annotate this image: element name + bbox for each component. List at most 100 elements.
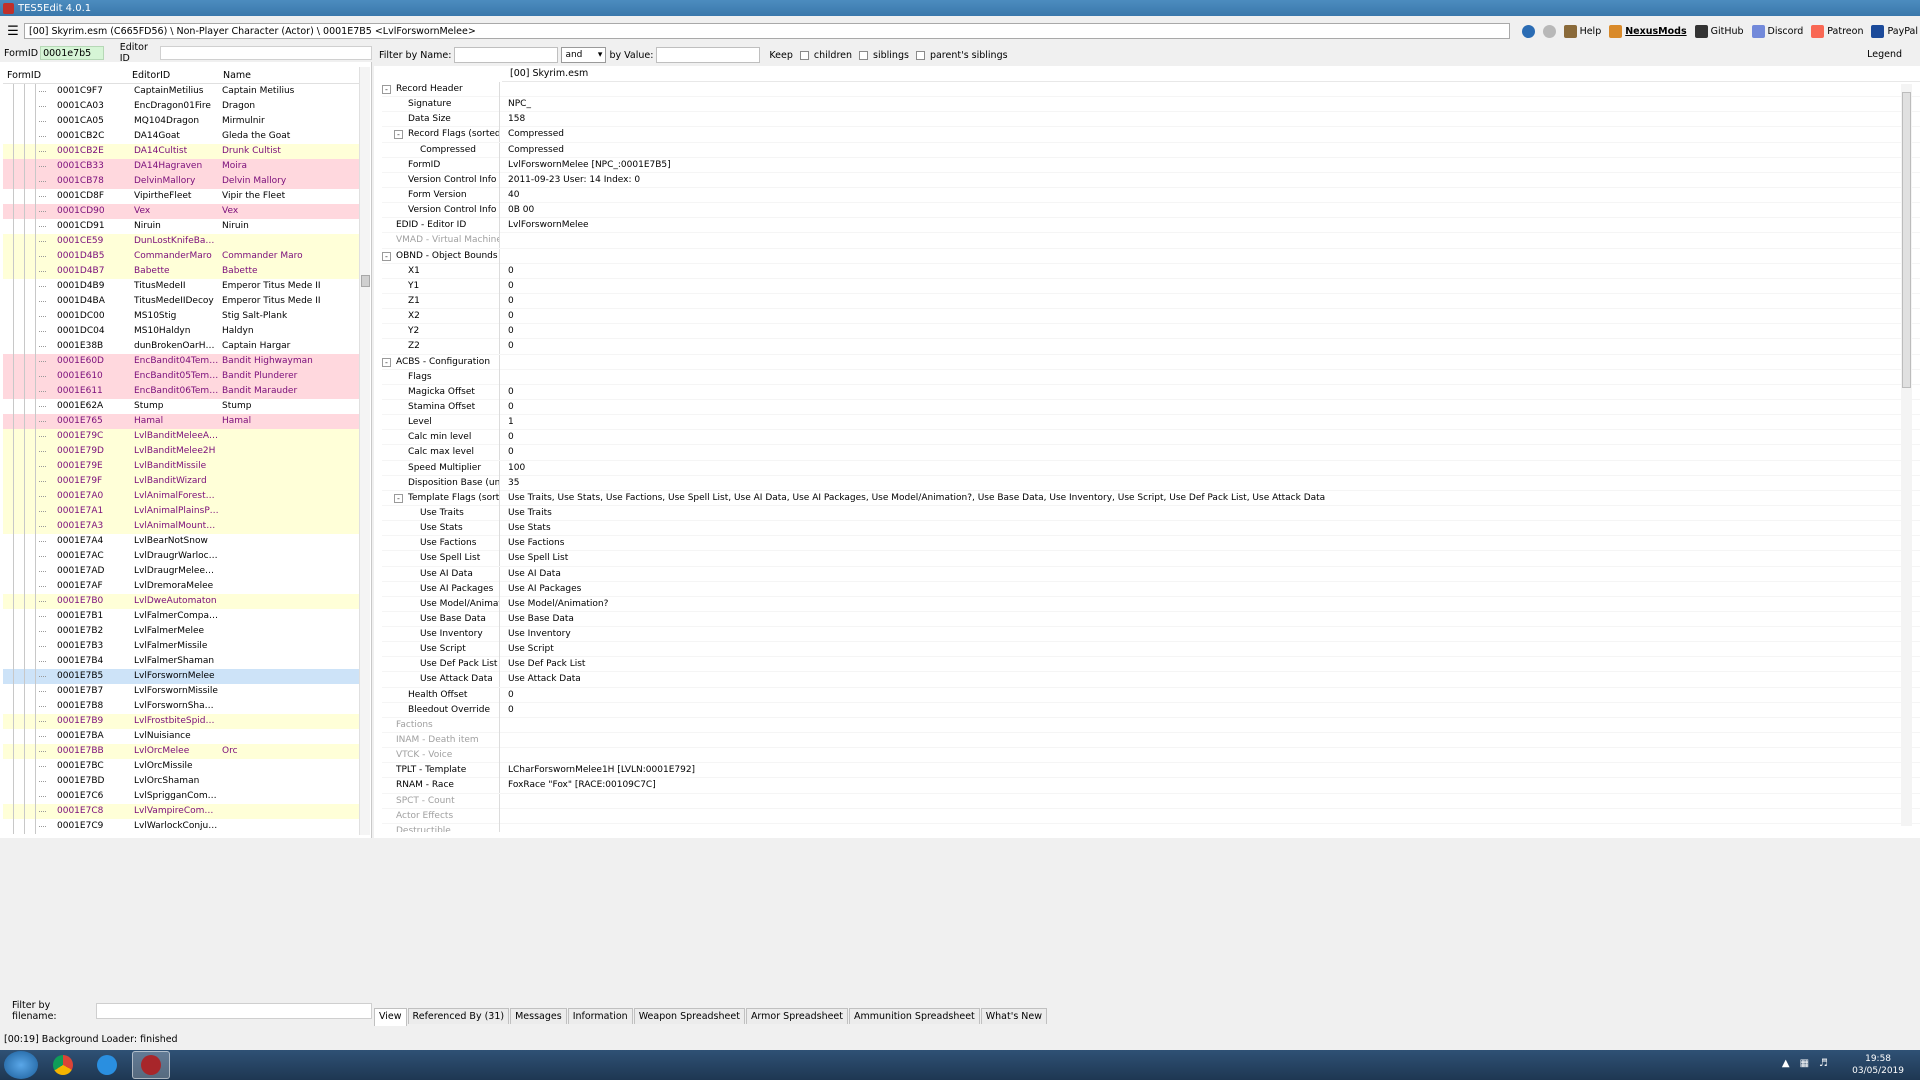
list-row[interactable]: 0001E38BdunBrokenOarHargarCaptain Hargar <box>3 339 359 354</box>
tab-view[interactable]: View <box>374 1008 407 1026</box>
tree-row-value[interactable]: Use Def Pack List <box>500 657 1920 671</box>
keep-children-checkbox[interactable] <box>799 50 809 60</box>
list-row[interactable]: 0001CB2E DA14Cultist Drunk Cultist <box>3 144 359 159</box>
collapse-icon[interactable]: - <box>382 251 391 261</box>
tree-row[interactable]: Use Script Use Script <box>382 642 1920 658</box>
tree-row-value[interactable]: 0 <box>500 294 1920 308</box>
list-row[interactable]: 0001CA03 EncDragon01Fire Dragon <box>3 99 359 114</box>
tree-row[interactable]: Version Control Info 2 0B 00 <box>382 203 1920 219</box>
tree-row[interactable]: Use AI Data Use AI Data <box>382 566 1920 582</box>
tree-row-value[interactable]: 0B 00 <box>500 203 1920 217</box>
clock[interactable]: 19:58 03/05/2019 <box>1852 1053 1904 1077</box>
list-row[interactable]: 0001E7BA LvlNuisiance <box>3 729 359 744</box>
tree-row[interactable]: Z1 0 <box>382 293 1920 310</box>
tree-row-value[interactable]: Use Stats <box>500 521 1920 535</box>
tree-row[interactable]: FormID LvlForswornMelee [NPC_:0001E7B5] <box>382 157 1920 173</box>
toplink-nexusmods[interactable]: NexusMods <box>1609 24 1687 38</box>
tree-row-value[interactable]: 158 <box>500 112 1920 126</box>
tree-row[interactable]: VMAD - Virtual Machine Ada... <box>382 233 1920 249</box>
editorid-input[interactable] <box>159 46 372 60</box>
taskbar-ie[interactable] <box>88 1051 126 1079</box>
tree-row[interactable]: X1 0 <box>382 263 1920 279</box>
tree-row-value[interactable]: 0 <box>500 324 1920 338</box>
list-row[interactable]: 0001E7A4 LvlBearNotSnow <box>3 534 359 549</box>
list-row[interactable]: 0001E7ACLvlDraugrWarlockMale <box>3 549 359 564</box>
filter-operator-select[interactable]: and ▾ <box>561 47 607 63</box>
tree-row-value[interactable] <box>500 355 1920 369</box>
column-editorid[interactable]: EditorID <box>128 68 219 83</box>
tree-row-value[interactable]: LCharForswornMelee1H [LVLN:0001E792] <box>500 763 1920 777</box>
tree-row[interactable]: Y2 0 <box>382 324 1920 340</box>
tree-row-value[interactable] <box>500 718 1920 732</box>
tree-row-value[interactable] <box>500 233 1920 247</box>
tree-row-value[interactable]: Use AI Data <box>500 567 1920 581</box>
tree-row[interactable]: Use Attack Data Use Attack Data <box>382 672 1920 688</box>
list-row[interactable]: 0001DC00 MS10Stig Stig Salt-Plank <box>3 309 359 324</box>
tree-row-value[interactable]: 0 <box>500 688 1920 702</box>
list-row[interactable]: 0001E7ADLvlDraugrMelee2HMale <box>3 564 359 579</box>
tree-row-value[interactable]: LvlForswornMelee <box>500 218 1920 232</box>
list-row[interactable]: 0001CE59DunLostKnifeBanditTalk02b <box>3 234 359 249</box>
list-row[interactable]: 0001CD8F VipirtheFleet Vipir the Fleet <box>3 189 359 204</box>
tree-row[interactable]: Use Spell List Use Spell List <box>382 551 1920 567</box>
filter-name-input[interactable] <box>454 47 559 63</box>
list-row[interactable]: 0001D4B9 TitusMedeII Emperor Titus Mede II <box>3 279 359 294</box>
tree-row[interactable]: Version Control Info 1 2011-09-23 User: 1… <box>382 172 1920 188</box>
tree-row[interactable]: - OBND - Object Bounds <box>382 248 1920 264</box>
tree-row-value[interactable]: FoxRace "Fox" [RACE:00109C7C] <box>500 778 1920 792</box>
list-row[interactable]: 0001E79F LvlBanditWizard <box>3 474 359 489</box>
tab-messages[interactable]: Messages <box>510 1008 567 1024</box>
tree-row[interactable]: Use AI Packages Use AI Packages <box>382 581 1920 597</box>
tree-row[interactable]: X2 0 <box>382 309 1920 325</box>
tree-row[interactable]: Speed Multiplier 100 <box>382 460 1920 476</box>
list-row[interactable]: 0001E7C9 LvlWarlockConjurer <box>3 819 359 834</box>
list-row[interactable]: 0001E7A0LvlAnimalForestPredator <box>3 489 359 504</box>
collapse-icon[interactable]: - <box>382 357 391 367</box>
tab-information[interactable]: Information <box>567 1008 633 1024</box>
tree-row[interactable]: Y1 0 <box>382 278 1920 294</box>
tree-row-value[interactable]: Use Spell List <box>500 551 1920 565</box>
list-row[interactable]: 0001C9F7 CaptainMetilius Captain Metilius <box>3 84 359 99</box>
tree-row[interactable]: Use Inventory Use Inventory <box>382 627 1920 643</box>
tree-row-value[interactable]: 0 <box>500 309 1920 323</box>
list-row[interactable]: 0001CD90 Vex Vex <box>3 204 359 219</box>
list-row[interactable]: 0001E7B8 LvlForswornShaman <box>3 699 359 714</box>
tab-what-s-new[interactable]: What's New <box>980 1008 1048 1024</box>
tree-row-value[interactable]: 1 <box>500 415 1920 429</box>
tree-row[interactable]: Calc min level 0 <box>382 430 1920 446</box>
tree-row-value[interactable] <box>500 824 1920 832</box>
list-row[interactable]: 0001E79E LvlBanditMissile <box>3 459 359 474</box>
tree-row-value[interactable]: 0 <box>500 385 1920 399</box>
scrollbar-thumb[interactable] <box>1902 92 1911 388</box>
column-formid[interactable]: FormID <box>3 68 128 83</box>
tree-row-value[interactable]: Use Traits, Use Stats, Use Factions, Use… <box>500 491 1920 505</box>
tree-row[interactable]: Actor Effects <box>382 808 1920 824</box>
list-row[interactable]: 0001E7B0 LvlDweAutomaton <box>3 594 359 609</box>
tree-row-value[interactable]: 0 <box>500 264 1920 278</box>
tree-row[interactable]: Disposition Base (unused)35 <box>382 475 1920 491</box>
list-row[interactable]: 0001E7B5 LvlForswornMelee <box>3 669 359 684</box>
tree-row[interactable]: TPLT - Template LCharForswornMelee1H [LVL… <box>382 763 1920 779</box>
list-scrollbar[interactable] <box>359 67 370 835</box>
keep-siblings-checkbox[interactable] <box>859 50 869 60</box>
toplink-github[interactable]: GitHub <box>1694 24 1744 38</box>
collapse-icon[interactable]: - <box>382 85 391 94</box>
tree-row-value[interactable]: Use Attack Data <box>500 672 1920 686</box>
tree-row-value[interactable]: Use Base Data <box>500 612 1920 626</box>
tree-row-value[interactable]: 0 <box>500 430 1920 444</box>
tree-row-value[interactable]: 40 <box>500 188 1920 202</box>
list-row[interactable]: 0001E7B1 LvlFalmerCompanion <box>3 609 359 624</box>
list-row[interactable]: 0001E7B4 LvlFalmerShaman <box>3 654 359 669</box>
list-row[interactable]: 0001E7B3 LvlFalmerMissile <box>3 639 359 654</box>
tree-row-value[interactable]: Use Model/Animation? <box>500 597 1920 611</box>
tree-row-value[interactable] <box>500 748 1920 762</box>
tab-referenced-by-31[interactable]: Referenced By (31) <box>407 1008 510 1024</box>
tree-row[interactable]: -Template Flags (sorted)Use Traits, Use … <box>382 490 1920 506</box>
tree-row-value[interactable]: 0 <box>500 400 1920 414</box>
list-row[interactable]: 0001E7AF LvlDremoraMelee <box>3 579 359 594</box>
list-row[interactable]: 0001E79D LvlBanditMelee2H <box>3 444 359 459</box>
tab-armor-spreadsheet[interactable]: Armor Spreadsheet <box>745 1008 849 1024</box>
list-row[interactable]: 0001DC04 MS10Haldyn Haldyn <box>3 324 359 339</box>
network-icon[interactable]: ▦ <box>1800 1058 1809 1069</box>
volume-icon[interactable]: ♬ <box>1819 1058 1828 1069</box>
